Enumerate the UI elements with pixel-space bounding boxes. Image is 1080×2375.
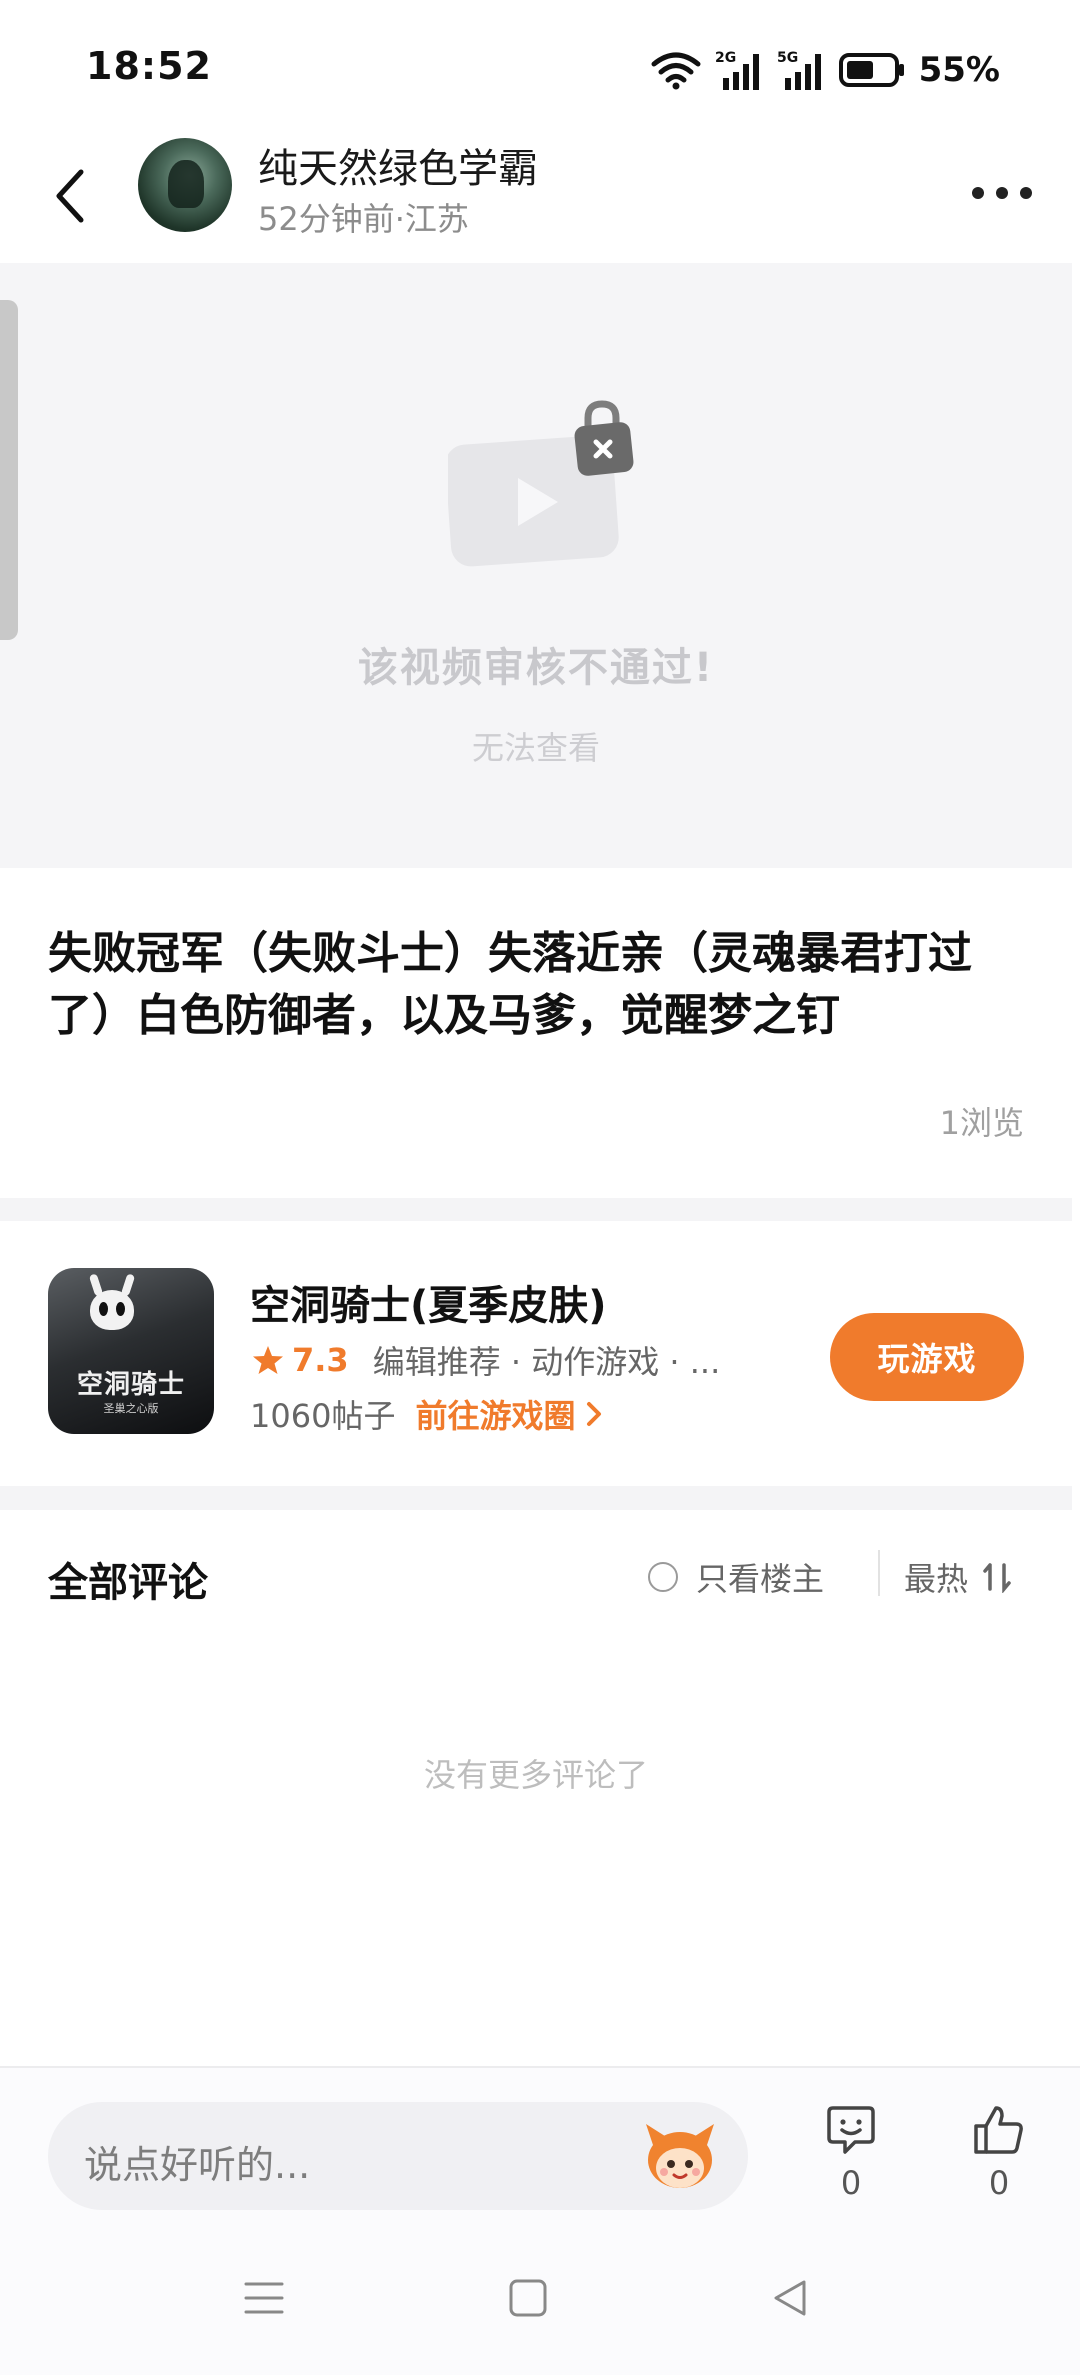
back-button[interactable] [40,156,100,236]
thumbs-up-icon [974,2106,1023,2154]
svg-text:5G: 5G [777,50,798,66]
chevron-left-icon [56,169,84,223]
comment-input-placeholder: 说点好听的... [84,2143,311,2187]
side-drawer-handle[interactable] [0,300,18,640]
system-nav-bar [0,2268,1080,2368]
star-icon [253,1346,283,1374]
cover-subtitle: 圣巢之心版 [103,1402,159,1415]
cover-title: 空洞骑士 [76,1370,185,1400]
battery-icon [838,53,904,87]
comment-count: 0 [840,2164,862,2202]
2g-signal-icon: 2G [715,50,759,90]
post-title: 失败冠军（失败斗士）失落近亲（灵魂暴君打过了）白色防御者，以及马爹，觉醒梦之钉 [48,928,972,1041]
only-op-label: 只看楼主 [696,1560,825,1598]
mascot-emoji-icon[interactable] [640,2118,720,2194]
comments-section: 全部评论 只看楼主 最热 没有更多评论了 [0,1510,1072,2065]
chevron-right-icon [587,1402,602,1426]
comment-input[interactable]: 说点好听的... [48,2102,748,2210]
like-action[interactable]: 0 [964,2104,1034,2202]
sort-button[interactable]: 最热 [904,1554,1012,1600]
status-time: 18:52 [86,44,212,88]
5g-signal-icon: 5G [777,50,821,90]
wifi-icon [651,52,701,90]
more-button[interactable] [964,168,1040,218]
no-more-comments: 没有更多评论了 [423,1756,648,1794]
status-indicators: 2G 5G 55% [651,46,1000,94]
home-icon[interactable] [508,2278,548,2318]
sort-separator [878,1550,880,1596]
play-game-button[interactable]: 玩游戏 [830,1313,1024,1401]
post-count: 1060帖子 [250,1397,396,1435]
blocked-subtitle: 无法查看 [471,729,600,767]
more-dots-icon [972,187,1032,199]
battery-percent: 55% [918,50,1000,90]
game-cover-image[interactable]: 空洞骑士 圣巢之心版 [48,1268,214,1434]
game-tags: 编辑推荐 · 动作游戏 · ... [372,1343,721,1381]
comment-action[interactable]: 0 [816,2104,886,2202]
avatar[interactable] [138,138,232,232]
game-name[interactable]: 空洞骑士(夏季皮肤) [250,1273,607,1331]
goto-game-circle-link[interactable]: 前往游戏圈 [415,1391,605,1437]
view-count: 1浏览 [939,1104,1024,1142]
svg-text:2G: 2G [715,50,736,66]
only-op-radio[interactable] [648,1562,678,1592]
post-header: 纯天然绿色学霸 52分钟前·江苏 [0,130,1080,265]
goto-game-circle-label: 前往游戏圈 [415,1397,576,1435]
status-bar: 18:52 2G 5G 55% [0,0,1080,140]
post-body: 失败冠军（失败斗士）失落近亲（灵魂暴君打过了）白色防御者，以及马爹，觉醒梦之钉 … [0,868,1072,1198]
game-rating: 7.3 [292,1341,349,1379]
sort-icon [983,1563,1011,1593]
user-name[interactable]: 纯天然绿色学霸 [258,136,538,194]
back-nav-icon[interactable] [770,2278,810,2318]
post-meta: 52分钟前·江苏 [258,200,469,238]
like-count: 0 [988,2164,1010,2202]
video-blocked-icon [448,400,634,567]
game-card[interactable]: 空洞骑士 圣巢之心版 空洞骑士(夏季皮肤) 7.3 编辑推荐 · 动作游戏 · … [0,1221,1072,1486]
cover-knight-icon [90,1290,134,1330]
game-stats: 1060帖子 前往游戏圈 [250,1391,605,1437]
bottom-bar: 说点好听的... 0 0 [0,2066,1080,2375]
section-divider [0,1486,1072,1510]
comment-icon [827,2106,875,2154]
only-op-toggle[interactable]: 只看楼主 [648,1554,824,1600]
sort-label: 最热 [904,1560,969,1598]
game-info: 7.3 编辑推荐 · 动作游戏 · ... [252,1337,720,1383]
menu-icon[interactable] [244,2278,284,2318]
video-area: 该视频审核不通过! 无法查看 [0,263,1072,868]
blocked-title: 该视频审核不通过! [357,645,715,691]
section-divider [0,1198,1072,1221]
comments-title: 全部评论 [48,1560,208,1606]
